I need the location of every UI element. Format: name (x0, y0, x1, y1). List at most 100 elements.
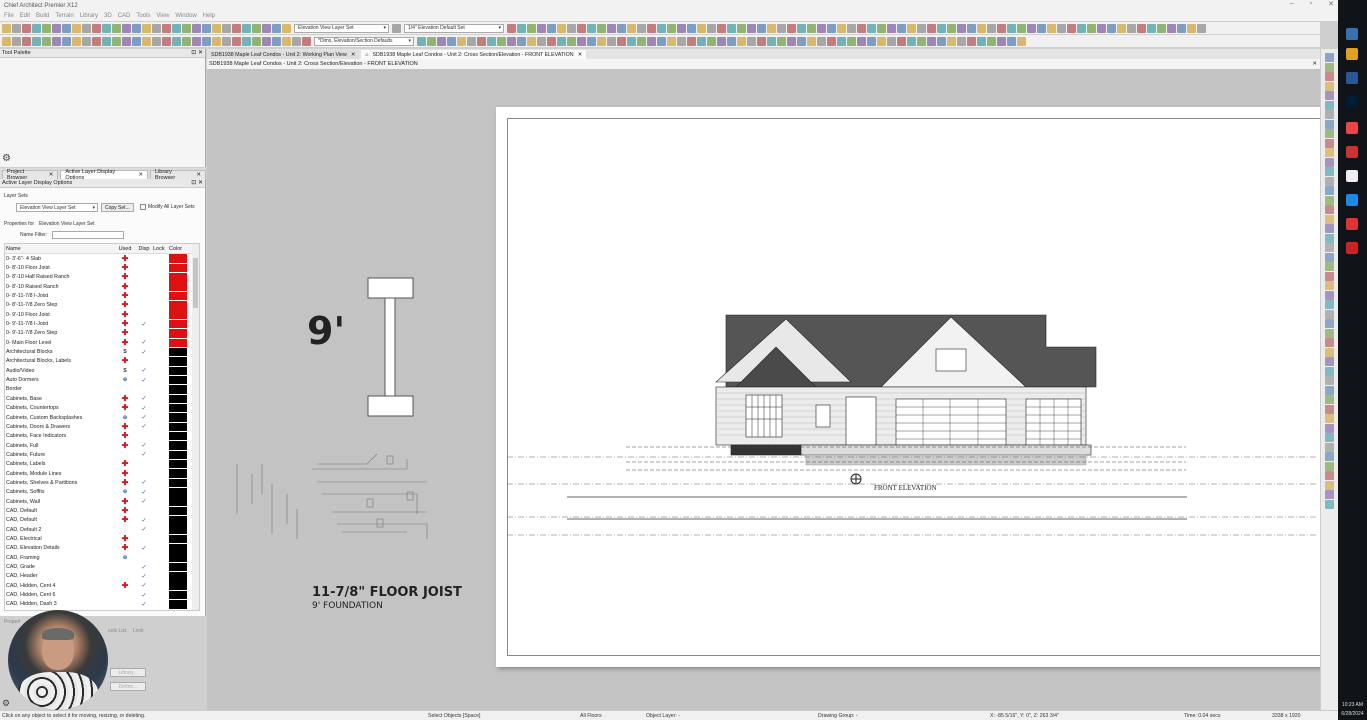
layer-display-checkbox[interactable]: ✓ (135, 526, 153, 533)
toolbar-tool-icon[interactable] (757, 23, 766, 33)
toolbar-tool-icon[interactable] (1007, 36, 1016, 46)
toolbar-tool-icon[interactable] (737, 36, 746, 46)
layer-color-swatch[interactable] (169, 469, 187, 478)
layer-row[interactable]: CAD, Hidden, Dash 3 ✓ (5, 600, 199, 609)
close-icon[interactable]: ✕ (196, 172, 201, 178)
toolbar-tool-icon[interactable] (417, 36, 426, 46)
toolbar-tool-icon[interactable] (302, 36, 311, 46)
toolbar-tool-icon[interactable] (1097, 23, 1106, 33)
toolbar-tool-icon[interactable] (182, 23, 191, 33)
toolbar-tool-icon[interactable] (1167, 23, 1176, 33)
toolbar-tool-icon[interactable] (987, 36, 996, 46)
side-tool-icon[interactable] (1325, 357, 1334, 366)
side-tool-icon[interactable] (1325, 72, 1334, 81)
toolbar-tool-icon[interactable] (527, 36, 536, 46)
toolbar-tool-icon[interactable] (2, 23, 11, 33)
layer-row[interactable]: CAD, Grade ✓ (5, 562, 199, 572)
side-tool-icon[interactable] (1325, 271, 1334, 281)
layer-color-swatch[interactable] (169, 497, 187, 506)
toolbar-tool-icon[interactable] (767, 23, 776, 33)
tab-library-browser[interactable]: Library Browser ✕ (150, 169, 207, 181)
menu-library[interactable]: Library (80, 13, 98, 19)
layer-row[interactable]: CAD, Header ✓ (5, 572, 199, 581)
toolbar-tool-icon[interactable] (547, 23, 556, 33)
side-tool-icon[interactable] (1325, 452, 1334, 461)
side-tool-icon[interactable] (1325, 309, 1334, 319)
toolbar-tool-icon[interactable] (827, 23, 836, 33)
layer-color-swatch[interactable] (169, 422, 187, 432)
copy-set-button[interactable]: Copy Set... (101, 203, 134, 212)
toolbar-tool-icon[interactable] (807, 36, 816, 46)
toolbar-tool-icon[interactable] (997, 23, 1006, 33)
layer-color-swatch[interactable] (169, 357, 187, 366)
side-tool-icon[interactable] (1325, 461, 1334, 471)
layer-display-checkbox[interactable]: ✓ (135, 395, 153, 402)
layer-row[interactable]: Audio/Video S ✓ (5, 366, 199, 376)
layer-row[interactable]: 0- 8'-11-7/8 I-Joist ✚ (5, 291, 199, 301)
calculator-icon[interactable] (1346, 72, 1358, 84)
layer-color-swatch[interactable] (169, 310, 187, 319)
toolbar-tool-icon[interactable] (112, 23, 121, 33)
side-tool-icon[interactable] (1325, 233, 1334, 243)
layer-color-swatch[interactable] (169, 319, 187, 329)
toolbar-tool-icon[interactable] (1157, 23, 1166, 33)
layer-color-swatch[interactable] (169, 366, 187, 376)
toolbar-tool-icon[interactable] (1057, 23, 1066, 33)
toolbar-tool-icon[interactable] (617, 23, 626, 33)
toolbar-tool-icon[interactable] (697, 36, 706, 46)
side-tool-icon[interactable] (1325, 490, 1334, 499)
side-tool-icon[interactable] (1325, 480, 1334, 490)
toolbar-tool-icon[interactable] (857, 36, 866, 46)
layer-display-checkbox[interactable]: ✓ (135, 377, 153, 384)
layer-color-swatch[interactable] (169, 478, 187, 488)
layer-color-swatch[interactable] (169, 385, 187, 394)
layer-row[interactable]: Architectural Blocks S ✓ (5, 347, 199, 357)
toolbar-tool-icon[interactable] (727, 23, 736, 33)
toolbar-tool-icon[interactable] (1197, 23, 1206, 33)
side-tool-icon[interactable] (1325, 62, 1334, 72)
toolbar-tool-icon[interactable] (467, 36, 476, 46)
layer-row[interactable]: Cabinets, Countertops ✚ ✓ (5, 404, 199, 413)
toolbar-tool-icon[interactable] (647, 23, 656, 33)
menu-3d[interactable]: 3D (104, 13, 112, 19)
toolbar-tool-icon[interactable] (817, 36, 826, 46)
layer-row[interactable]: Cabinets, Full ✚ ✓ (5, 441, 199, 450)
toolbar-tool-icon[interactable] (967, 36, 976, 46)
toolbar-tool-icon[interactable] (717, 36, 726, 46)
toolbar-tool-icon[interactable] (82, 36, 91, 46)
toolbar-tool-icon[interactable] (817, 23, 826, 33)
toolbar-tool-icon[interactable] (477, 36, 486, 46)
toolbar-tool-icon[interactable] (1187, 23, 1196, 33)
layer-color-swatch[interactable] (169, 600, 187, 609)
side-tool-icon[interactable] (1325, 119, 1334, 129)
layer-color-swatch[interactable] (169, 347, 187, 357)
toolbar-tool-icon[interactable] (697, 23, 706, 33)
toolbar-tool-icon[interactable] (162, 36, 171, 46)
app-a-icon[interactable] (1346, 194, 1358, 206)
layer-set-dropdown[interactable]: Elevation View Layer Set (294, 23, 389, 33)
toolbar-tool-icon[interactable] (1137, 23, 1146, 33)
toolbar-tool-icon[interactable] (837, 36, 846, 46)
toolbar-tool-icon[interactable] (947, 23, 956, 33)
close-icon[interactable]: ✕ (1328, 0, 1334, 8)
toolbar-tool-icon[interactable] (557, 23, 566, 33)
side-tool-icon[interactable] (1325, 91, 1334, 100)
layer-set-select[interactable]: Elevation View Layer Set (16, 203, 98, 212)
layer-color-swatch[interactable] (169, 562, 187, 572)
app-b-icon[interactable] (1346, 218, 1358, 230)
layer-row[interactable]: CAD, Hidden, Cent 6 ✓ (5, 590, 199, 600)
side-tool-icon[interactable] (1325, 328, 1334, 338)
toolbar-tool-icon[interactable] (507, 36, 516, 46)
layer-color-swatch[interactable] (169, 254, 187, 263)
toolbar-tool-icon[interactable] (122, 23, 131, 33)
toolbar-tool-icon[interactable] (587, 36, 596, 46)
layer-row[interactable]: Cabinets, Face Indicators ✚ (5, 432, 199, 441)
toolbar-tool-icon[interactable] (977, 36, 986, 46)
toolbar-tool-icon[interactable] (272, 23, 281, 33)
layer-row[interactable]: Cabinets, Base ✚ ✓ (5, 394, 199, 404)
toolbar-tool-icon[interactable] (52, 36, 61, 46)
tab-front-elevation[interactable]: ⌂ SDB1938 Maple Leaf Condos - Unit 2: Cro… (361, 50, 587, 59)
toolbar-tool-icon[interactable] (827, 36, 836, 46)
layer-row[interactable]: CAD, Default ✚ (5, 506, 199, 516)
col-name[interactable]: Name (5, 246, 115, 252)
